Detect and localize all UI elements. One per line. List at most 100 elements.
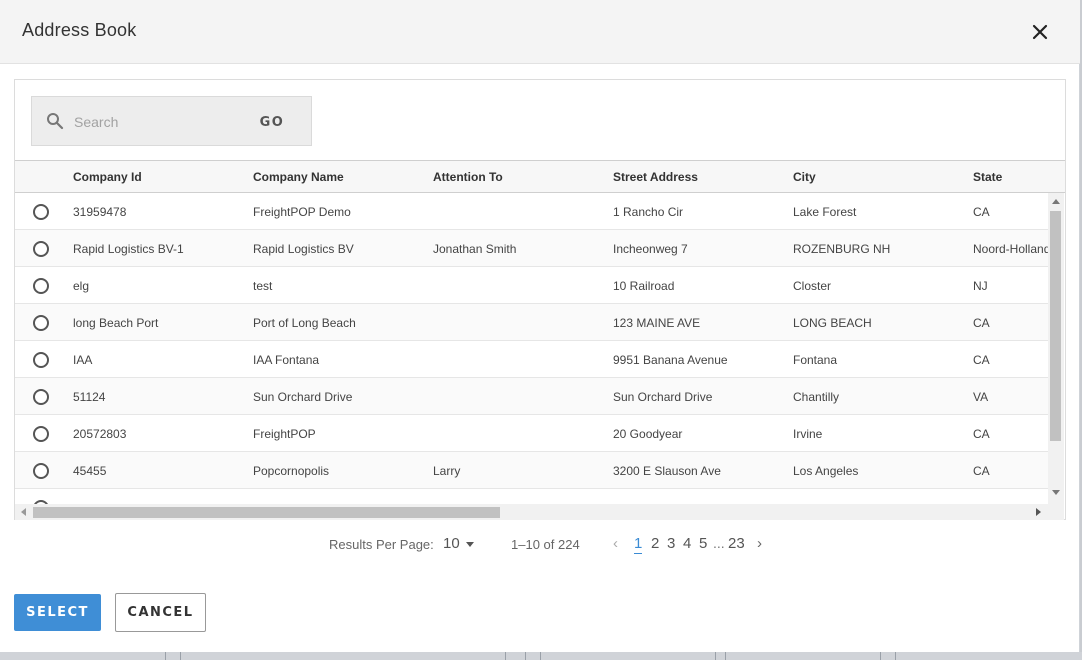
column-header-company-name[interactable]: Company Name bbox=[253, 170, 423, 184]
row-radio[interactable] bbox=[33, 426, 49, 442]
cell-street-address: 9951 Banana Avenue bbox=[613, 353, 728, 367]
page-3-button[interactable]: 3 bbox=[667, 535, 675, 552]
column-header-city[interactable]: City bbox=[793, 170, 963, 184]
cell-company-id: 45455 bbox=[73, 464, 107, 478]
cell-company-id: elg bbox=[73, 279, 90, 293]
chevron-down-icon bbox=[465, 541, 474, 547]
cell-company-name: FreightPOP bbox=[253, 427, 316, 441]
column-header-company-id[interactable]: Company Id bbox=[73, 170, 243, 184]
results-range: 1–10 of 224 bbox=[511, 537, 580, 552]
horizontal-scrollbar[interactable] bbox=[15, 504, 1048, 520]
cell-street-address: Sun Orchard Drive bbox=[613, 390, 713, 404]
cell-state: CA bbox=[973, 464, 990, 478]
table-header: Company Id Company Name Attention To Str… bbox=[15, 161, 1065, 193]
column-header-attention-to[interactable]: Attention To bbox=[433, 170, 603, 184]
search-input[interactable] bbox=[74, 109, 244, 135]
scroll-up-arrow-icon[interactable] bbox=[1052, 199, 1060, 204]
cell-company-name: Popcornopolis bbox=[253, 464, 330, 478]
background-page bbox=[0, 652, 1082, 660]
page-ellipsis: ... bbox=[713, 535, 725, 551]
cell-city: LONG BEACH bbox=[793, 316, 872, 330]
page-4-button[interactable]: 4 bbox=[683, 535, 691, 552]
scroll-down-arrow-icon[interactable] bbox=[1052, 490, 1060, 495]
cell-company-id: 31959478 bbox=[73, 205, 127, 219]
dialog-title: Address Book bbox=[22, 20, 137, 40]
pagination: Results Per Page: 10 1–10 of 224 ‹ 1 2 3… bbox=[329, 535, 779, 555]
table-row[interactable]: 31959478 FreightPOP Demo 1 Rancho Cir La… bbox=[15, 193, 1048, 230]
row-radio[interactable] bbox=[33, 241, 49, 257]
table-row[interactable]: 45455 Popcornopolis Larry 3200 E Slauson… bbox=[15, 452, 1048, 489]
cell-state: CA bbox=[973, 316, 990, 330]
results-per-page-label: Results Per Page: bbox=[329, 537, 434, 552]
cell-company-id: long Beach Port bbox=[73, 316, 159, 330]
cell-city: Los Angeles bbox=[793, 464, 859, 478]
row-radio[interactable] bbox=[33, 315, 49, 331]
cell-company-name: Rapid Logistics BV bbox=[253, 242, 354, 256]
cell-city: Fontana bbox=[793, 353, 838, 367]
page-5-button[interactable]: 5 bbox=[699, 535, 707, 552]
close-button[interactable] bbox=[1028, 20, 1052, 44]
next-page-button[interactable]: › bbox=[757, 535, 762, 552]
scroll-left-arrow-icon[interactable] bbox=[21, 508, 26, 516]
close-icon bbox=[1032, 24, 1048, 40]
address-table: Company Id Company Name Attention To Str… bbox=[15, 160, 1065, 520]
cell-state: CA bbox=[973, 427, 990, 441]
table-body: 31959478 FreightPOP Demo 1 Rancho Cir La… bbox=[15, 193, 1048, 504]
select-button[interactable]: SELECT bbox=[14, 594, 101, 631]
row-radio[interactable] bbox=[33, 389, 49, 405]
row-radio[interactable] bbox=[33, 463, 49, 479]
cell-company-id: 20572803 bbox=[73, 427, 127, 441]
cell-attention-to: Larry bbox=[433, 464, 461, 478]
cell-state: NJ bbox=[973, 279, 988, 293]
cell-city: Lake Forest bbox=[793, 205, 857, 219]
table-row-partial[interactable] bbox=[15, 489, 1048, 504]
cell-street-address: Incheonweg 7 bbox=[613, 242, 688, 256]
table-row[interactable]: IAA IAA Fontana 9951 Banana Avenue Fonta… bbox=[15, 341, 1048, 378]
cell-street-address: 3200 E Slauson Ave bbox=[613, 464, 721, 478]
cell-attention-to: Jonathan Smith bbox=[433, 242, 517, 256]
address-book-dialog: Address Book GO Company Id Company Name … bbox=[0, 0, 1080, 652]
table-row[interactable]: elg test 10 Railroad Closter NJ bbox=[15, 267, 1048, 304]
cell-city: Chantilly bbox=[793, 390, 840, 404]
cell-city: Irvine bbox=[793, 427, 823, 441]
cell-company-name: Port of Long Beach bbox=[253, 316, 356, 330]
results-per-page-select[interactable]: 10 bbox=[443, 535, 474, 552]
prev-page-button[interactable]: ‹ bbox=[613, 535, 618, 552]
page-2-button[interactable]: 2 bbox=[651, 535, 659, 552]
table-row[interactable]: 20572803 FreightPOP 20 Goodyear Irvine C… bbox=[15, 415, 1048, 452]
horizontal-scroll-thumb[interactable] bbox=[33, 507, 500, 518]
cell-company-id: Rapid Logistics BV-1 bbox=[73, 242, 184, 256]
column-header-street-address[interactable]: Street Address bbox=[613, 170, 783, 184]
search-icon bbox=[47, 113, 64, 130]
cell-city: ROZENBURG NH bbox=[793, 242, 891, 256]
column-header-state[interactable]: State bbox=[973, 170, 1048, 184]
cancel-button[interactable]: CANCEL bbox=[115, 593, 206, 632]
table-row[interactable]: 51124 Sun Orchard Drive Sun Orchard Driv… bbox=[15, 378, 1048, 415]
search-bar: GO bbox=[31, 96, 312, 146]
cell-company-name: FreightPOP Demo bbox=[253, 205, 351, 219]
table-row[interactable]: long Beach Port Port of Long Beach 123 M… bbox=[15, 304, 1048, 341]
vertical-scrollbar[interactable] bbox=[1048, 193, 1064, 504]
row-radio[interactable] bbox=[33, 204, 49, 220]
cell-state: CA bbox=[973, 205, 990, 219]
dialog-header: Address Book bbox=[0, 0, 1080, 64]
cell-company-name: test bbox=[253, 279, 273, 293]
cell-state: CA bbox=[973, 353, 990, 367]
page-1-button[interactable]: 1 bbox=[634, 535, 643, 554]
table-row[interactable]: Rapid Logistics BV-1 Rapid Logistics BV … bbox=[15, 230, 1048, 267]
go-button[interactable]: GO bbox=[248, 109, 296, 135]
page-last-button[interactable]: 23 bbox=[728, 535, 745, 552]
vertical-scroll-thumb[interactable] bbox=[1050, 211, 1061, 441]
cell-state: VA bbox=[973, 390, 989, 404]
row-radio[interactable] bbox=[33, 278, 49, 294]
results-per-page-value: 10 bbox=[443, 535, 460, 552]
scroll-right-arrow-icon[interactable] bbox=[1036, 508, 1041, 516]
cell-company-id: IAA bbox=[73, 353, 93, 367]
cell-street-address: 20 Goodyear bbox=[613, 427, 683, 441]
row-radio[interactable] bbox=[33, 352, 49, 368]
cell-street-address: 1 Rancho Cir bbox=[613, 205, 684, 219]
scrollbar-corner bbox=[1048, 504, 1064, 520]
address-panel: GO Company Id Company Name Attention To … bbox=[14, 79, 1066, 520]
cell-state: Noord-Holland bbox=[973, 242, 1048, 256]
cell-street-address: 123 MAINE AVE bbox=[613, 316, 701, 330]
